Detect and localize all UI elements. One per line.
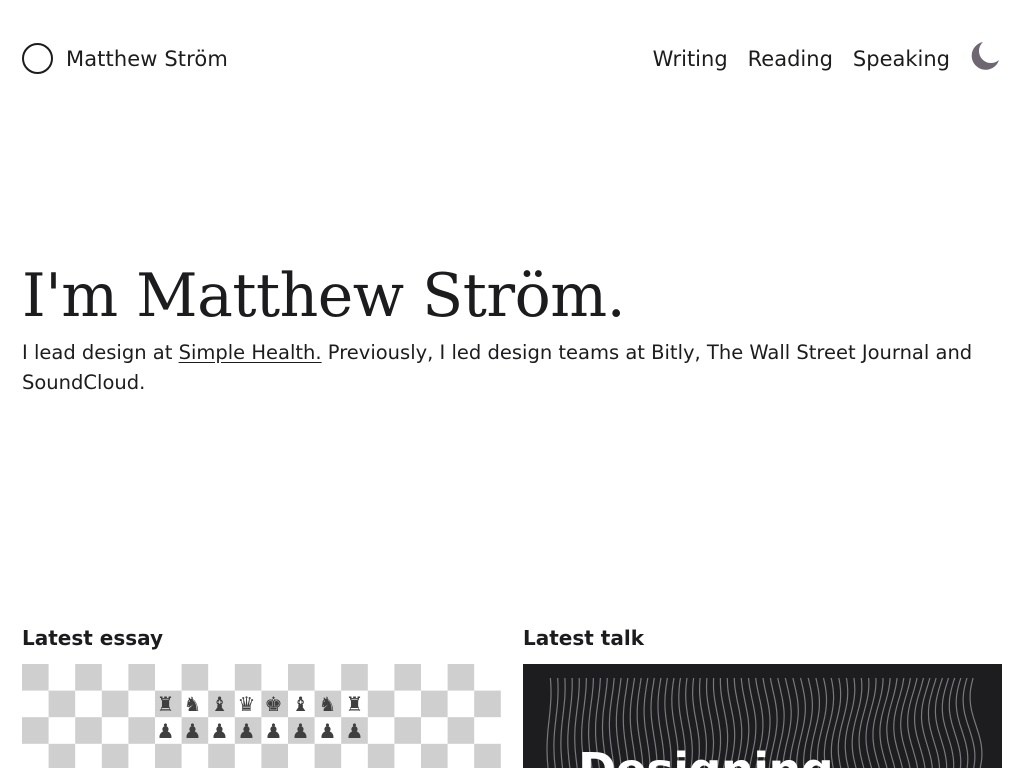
simple-health-link[interactable]: Simple Health. (179, 341, 322, 364)
intro-paragraph: I lead design at Simple Health. Previous… (22, 338, 1002, 398)
chess-piece: ♜ (345, 692, 364, 716)
chess-piece: ♞ (318, 692, 337, 716)
hero-section: I'm Matthew Ström. I lead design at Simp… (22, 258, 1002, 398)
latest-talk-label: Latest talk (523, 626, 645, 650)
chess-piece: ♞ (183, 692, 202, 716)
site-header: Matthew Ström Writing Reading Speaking (0, 0, 1024, 120)
nav-speaking[interactable]: Speaking (853, 46, 950, 72)
chess-piece: ♝ (210, 692, 229, 716)
chess-pawn: ♟ (291, 719, 310, 743)
home-link[interactable]: Matthew Ström (22, 43, 228, 74)
chess-pawn: ♟ (345, 719, 364, 743)
site-name: Matthew Ström (66, 46, 228, 71)
chess-piece: ♜ (156, 692, 175, 716)
chess-piece: ♛ (237, 692, 256, 716)
theme-toggle-button[interactable] (969, 40, 1001, 72)
intro-text-before: I lead design at (22, 341, 179, 364)
page-title: I'm Matthew Ström. (22, 261, 626, 331)
chess-pawn: ♟ (237, 719, 256, 743)
moon-icon (971, 42, 999, 70)
chess-piece: ♝ (291, 692, 310, 716)
chess-pawn: ♟ (183, 719, 202, 743)
chess-pawn: ♟ (156, 719, 175, 743)
circle-logo-icon (22, 43, 53, 74)
chess-pawn: ♟ (210, 719, 229, 743)
latest-essay-card[interactable]: ♜ ♞ ♝ ♛ ♚ ♝ ♞ ♜ ♟ ♟ ♟ ♟ ♟ ♟ ♟ ♟ (22, 664, 501, 768)
main-nav: Writing Reading Speaking (633, 46, 950, 72)
chess-pawn: ♟ (318, 719, 337, 743)
chess-piece: ♚ (264, 692, 283, 716)
latest-essay-label: Latest essay (22, 626, 164, 650)
nav-reading[interactable]: Reading (748, 46, 833, 72)
latest-talk-card[interactable]: Designing (523, 664, 1002, 768)
talk-title: Designing (578, 742, 834, 768)
nav-writing[interactable]: Writing (653, 46, 728, 72)
chess-pawn: ♟ (264, 719, 283, 743)
